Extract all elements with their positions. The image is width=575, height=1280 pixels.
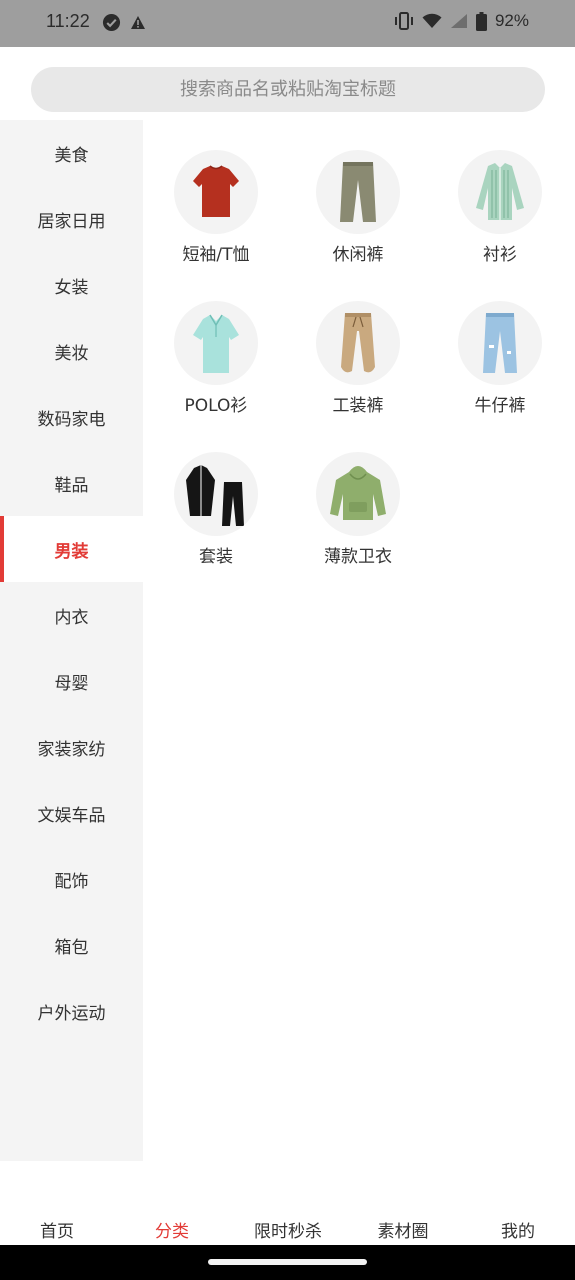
home-gesture-handle[interactable] <box>208 1259 367 1265</box>
vibrate-icon <box>394 12 414 30</box>
bottom-tab-bar: 首页 分类 限时秒杀 素材圈 我的 <box>0 1161 575 1245</box>
tab-category[interactable]: 分类 <box>155 1217 189 1242</box>
status-time: 11:22 <box>46 11 90 31</box>
system-nav-bar <box>0 1245 575 1280</box>
search-box[interactable] <box>31 67 545 112</box>
subcategory-tshirt[interactable]: 短袖/T恤 <box>145 150 287 288</box>
sidebar-item-food[interactable]: 美食 <box>0 120 143 186</box>
subcategory-casual-pants[interactable]: 休闲裤 <box>287 150 429 288</box>
tab-profile[interactable]: 我的 <box>501 1217 535 1242</box>
subcategory-tracksuit[interactable]: 套装 <box>145 452 287 590</box>
subcategory-label: 套装 <box>199 547 233 567</box>
subcategory-grid: 短袖/T恤 休闲裤 衬衫 POLO衫 工装裤 牛仔裤 套装 薄款卫衣 <box>145 150 573 590</box>
subcategory-hoodie[interactable]: 薄款卫衣 <box>287 452 429 590</box>
sidebar-item-underwear[interactable]: 内衣 <box>0 582 143 648</box>
subcategory-polo[interactable]: POLO衫 <box>145 301 287 439</box>
subcategory-jeans[interactable]: 牛仔裤 <box>429 301 571 439</box>
subcategory-label: 工装裤 <box>332 396 384 416</box>
battery-icon <box>475 11 487 31</box>
sidebar-item-entertainment-car[interactable]: 文娱车品 <box>0 780 143 846</box>
category-sidebar: 美食 居家日用 女装 美妆 数码家电 鞋品 男装 内衣 母婴 家装家纺 文娱车品… <box>0 120 143 1161</box>
search-bar <box>0 47 575 120</box>
subcategory-label: 牛仔裤 <box>474 396 526 416</box>
tracksuit-icon <box>174 452 258 536</box>
sidebar-item-accessories[interactable]: 配饰 <box>0 846 143 912</box>
sidebar-item-bags[interactable]: 箱包 <box>0 912 143 978</box>
sidebar-item-outdoor[interactable]: 户外运动 <box>0 978 143 1044</box>
subcategory-label: 薄款卫衣 <box>324 547 392 567</box>
hoodie-icon <box>316 452 400 536</box>
sidebar-item-electronics[interactable]: 数码家电 <box>0 384 143 450</box>
sidebar-item-mens[interactable]: 男装 <box>0 516 143 582</box>
check-circle-icon <box>102 13 121 32</box>
sidebar-item-womens[interactable]: 女装 <box>0 252 143 318</box>
wifi-icon <box>422 13 442 29</box>
polo-shirt-icon <box>174 301 258 385</box>
status-bar: 11:22 92% <box>0 0 575 47</box>
subcategory-label: 短袖/T恤 <box>182 245 250 265</box>
tab-materials[interactable]: 素材圈 <box>378 1217 429 1242</box>
signal-icon <box>450 13 468 29</box>
subcategory-label: POLO衫 <box>184 396 248 416</box>
sidebar-item-home-textiles[interactable]: 家装家纺 <box>0 714 143 780</box>
sidebar-item-shoes[interactable]: 鞋品 <box>0 450 143 516</box>
jeans-icon <box>458 301 542 385</box>
subcategory-panel: 短袖/T恤 休闲裤 衬衫 POLO衫 工装裤 牛仔裤 套装 薄款卫衣 <box>143 120 575 1161</box>
search-input[interactable] <box>31 79 545 100</box>
sidebar-item-beauty[interactable]: 美妆 <box>0 318 143 384</box>
tab-flash-sale[interactable]: 限时秒杀 <box>254 1217 322 1242</box>
subcategory-label: 衬衫 <box>483 245 517 265</box>
tshirt-icon <box>174 150 258 234</box>
sidebar-item-baby[interactable]: 母婴 <box>0 648 143 714</box>
sidebar-item-household[interactable]: 居家日用 <box>0 186 143 252</box>
subcategory-cargo-pants[interactable]: 工装裤 <box>287 301 429 439</box>
subcategory-shirt[interactable]: 衬衫 <box>429 150 571 288</box>
alert-icon <box>131 16 145 29</box>
shirt-icon <box>458 150 542 234</box>
tab-home[interactable]: 首页 <box>40 1217 74 1242</box>
battery-percent: 92% <box>494 11 529 30</box>
subcategory-label: 休闲裤 <box>332 245 384 265</box>
casual-pants-icon <box>316 150 400 234</box>
cargo-pants-icon <box>316 301 400 385</box>
